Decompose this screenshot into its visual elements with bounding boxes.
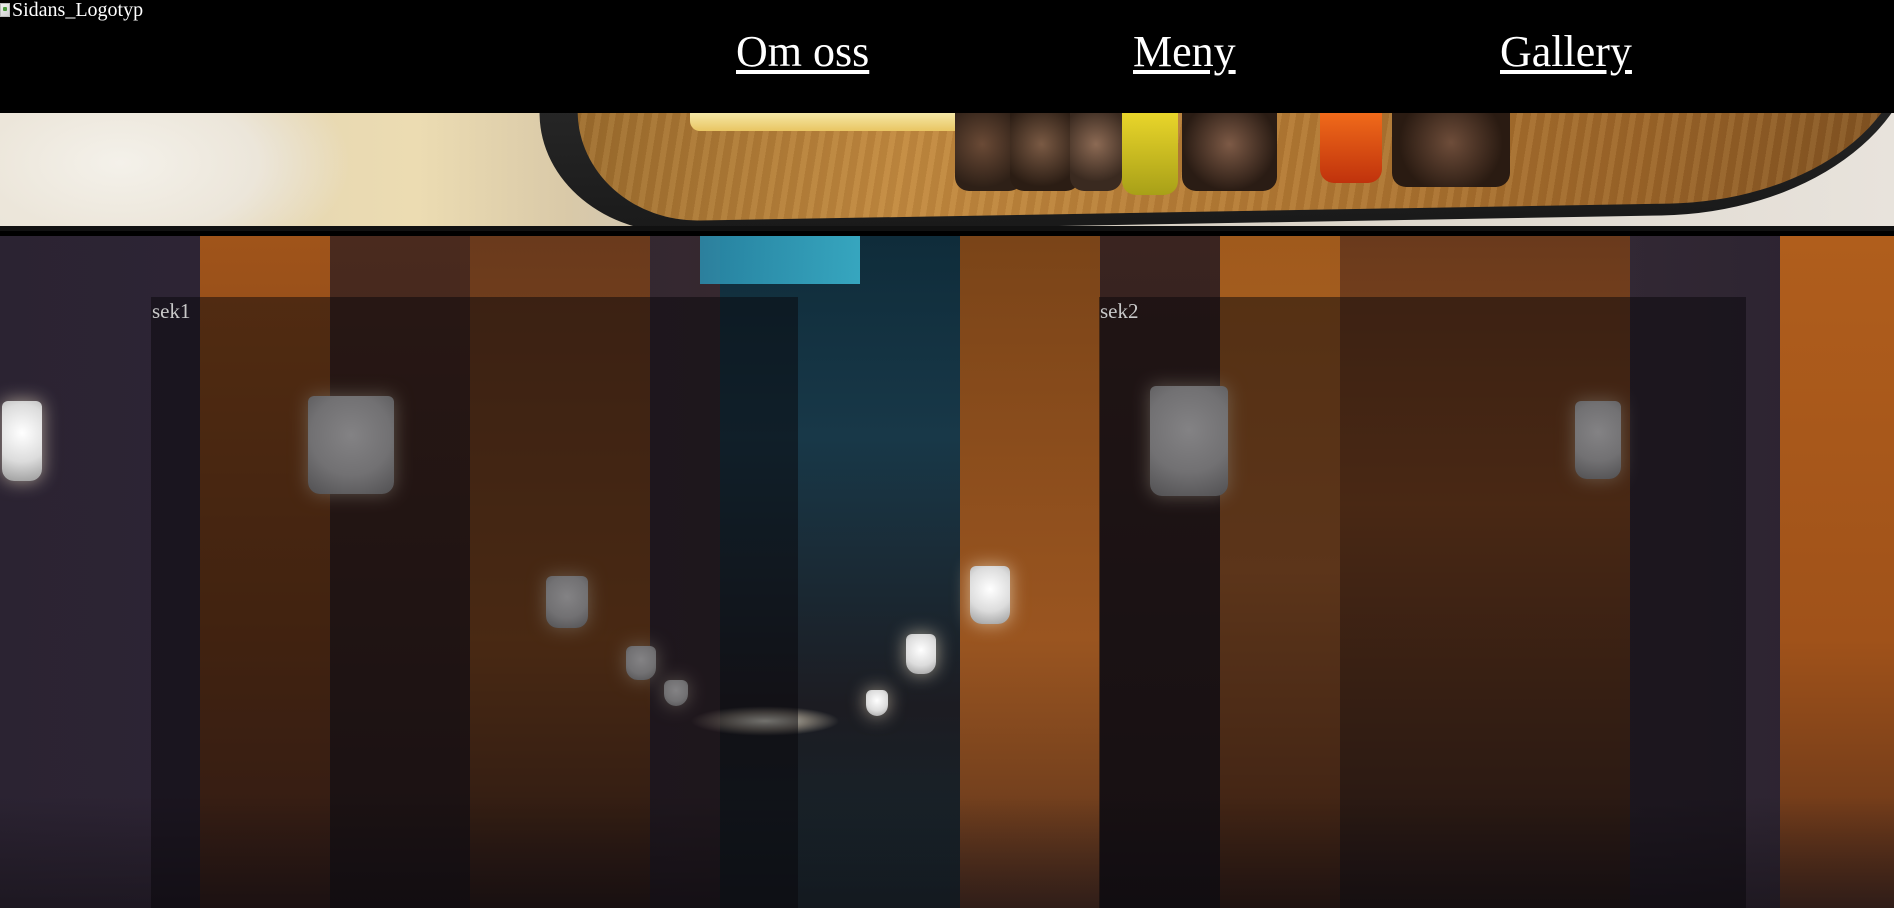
banner-skewer-meat xyxy=(1182,113,1277,191)
site-logo[interactable]: Sidans_Logotyp xyxy=(0,0,143,20)
logo-alt-text: Sidans_Logotyp xyxy=(12,0,144,21)
banner-skewer-pepper-yellow xyxy=(1122,113,1178,195)
nav-link-om-oss[interactable]: Om oss xyxy=(736,26,869,77)
banner-skewer-meat xyxy=(1070,113,1122,191)
banner-skewer-pepper-red xyxy=(1320,113,1382,183)
banner-skewer-meat xyxy=(1392,113,1510,187)
hero-banner-food-image xyxy=(0,113,1894,231)
street-lamp xyxy=(2,401,42,481)
street-lamp xyxy=(866,690,888,716)
main-nav: Om oss Meny Gallery xyxy=(0,26,1894,86)
content-section-1: sek1 xyxy=(151,297,798,908)
street-skylight xyxy=(700,236,860,284)
site-header: Sidans_Logotyp Om oss Meny Gallery xyxy=(0,0,1894,113)
nav-link-gallery[interactable]: Gallery xyxy=(1500,26,1632,77)
banner-garnish xyxy=(690,113,990,131)
street-lamp xyxy=(906,634,936,674)
content-section-2: sek2 xyxy=(1099,297,1746,908)
street-lamp xyxy=(970,566,1010,624)
section-label: sek2 xyxy=(1100,299,1139,323)
broken-image-icon xyxy=(0,3,10,17)
nav-link-meny[interactable]: Meny xyxy=(1133,26,1236,77)
section-label: sek1 xyxy=(152,299,191,323)
